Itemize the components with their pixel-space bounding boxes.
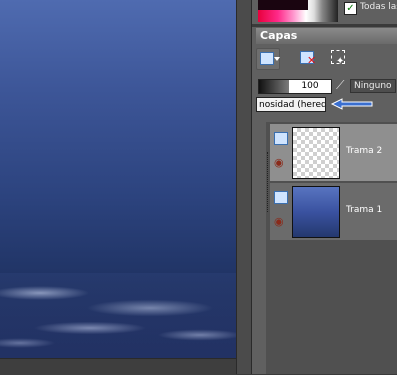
opacity-slider[interactable]: 100	[258, 79, 332, 94]
image-canvas[interactable]	[0, 0, 236, 358]
eye-icon[interactable]: ◉	[274, 216, 284, 227]
layer-type-icon	[274, 132, 288, 145]
canvas-vertical-scrollbar[interactable]	[236, 0, 252, 374]
layer-thumbnail	[292, 127, 340, 179]
arrow-icon	[330, 98, 373, 110]
layer-selection-button[interactable]: ✦	[328, 48, 350, 68]
layer-type-icon	[274, 191, 288, 204]
canvas-bottom-scrollbar[interactable]	[0, 358, 236, 375]
all-layers-label: Todas las	[360, 2, 397, 12]
layer-tree-connector	[267, 152, 269, 212]
opacity-value[interactable]: 100	[289, 80, 331, 93]
layer-name: Trama 2	[346, 146, 383, 156]
panel-divider	[252, 24, 397, 27]
layer-thumbnail	[292, 186, 340, 238]
layer-row-trama-1[interactable]: ◉ Trama 1	[270, 183, 397, 240]
pointer-icon: ✦	[336, 56, 345, 67]
new-layer-icon	[260, 52, 274, 65]
panel-title: Capas	[256, 28, 397, 44]
layer-row-trama-2[interactable]: ◉ Trama 2	[270, 124, 397, 181]
layer-name: Trama 1	[346, 205, 383, 215]
delete-layer-button[interactable]: ✕	[296, 48, 318, 68]
new-layer-button[interactable]	[256, 48, 280, 70]
mask-mode-select[interactable]: Ninguno	[350, 79, 396, 93]
layers-panel: ✓ Todas las Capas ✕ ✦ 100 ⟋ Ninguno nosi…	[252, 0, 397, 374]
waves-image	[0, 273, 236, 358]
chevron-down-icon	[274, 57, 280, 61]
close-icon: ✕	[307, 54, 317, 67]
all-layers-checkbox[interactable]: ✓	[344, 2, 357, 15]
layer-list: ◉ Trama 2 ◉ Trama 1	[266, 122, 397, 374]
eye-icon[interactable]: ◉	[274, 157, 284, 168]
link-icon[interactable]: ⟋	[336, 79, 348, 91]
color-palette-dark	[258, 0, 308, 10]
blend-mode-select[interactable]: nosidad (hered	[256, 97, 326, 112]
